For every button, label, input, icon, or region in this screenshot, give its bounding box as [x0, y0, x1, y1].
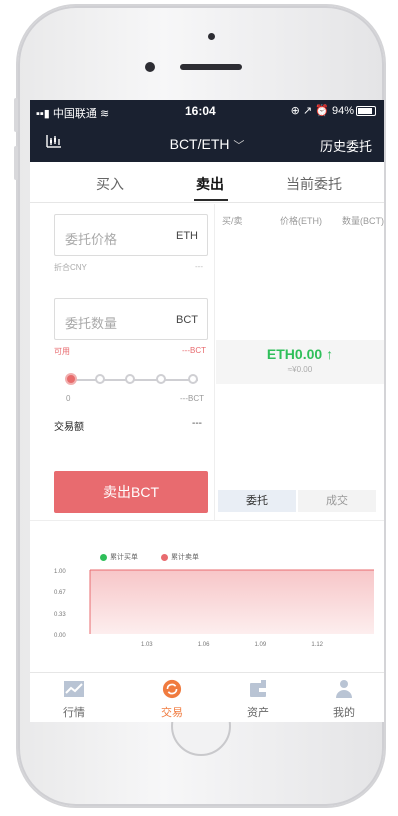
quantity-input[interactable]: 委托数量 BCT: [54, 298, 208, 340]
seg-orders[interactable]: 委托: [218, 490, 296, 512]
chart-line-icon: [64, 681, 84, 697]
legend-sell-label: 累计卖单: [171, 554, 199, 561]
orderbook-header-amount: 数量(BCT): [342, 216, 384, 226]
last-price-value: ETH0.00: [266, 346, 323, 362]
signal-icon: ▪▪▮: [36, 108, 50, 120]
legend-buy-label: 累计买单: [110, 554, 138, 561]
status-bar: ▪▪▮ 中国联通 ≋ 16:04 ⊕ ↗ ⏰ 94%: [30, 100, 384, 120]
tab-open-orders[interactable]: 当前委托: [286, 174, 342, 194]
wallet-icon: [250, 680, 266, 697]
bottom-nav: 行情 交易 资产 我的: [30, 672, 384, 722]
cny-label: 折合CNY: [54, 263, 87, 272]
legend-buy: 累计买单: [100, 552, 138, 562]
front-camera: [145, 62, 155, 72]
carrier-label: 中国联通: [52, 108, 97, 120]
nav-trade[interactable]: 交易: [142, 679, 202, 720]
tab-indicator: [194, 199, 228, 201]
available-value: ---BCT: [182, 346, 206, 355]
slider-stop-25[interactable]: [95, 374, 105, 384]
slider-stop-50[interactable]: [125, 374, 135, 384]
price-unit: ETH: [176, 230, 198, 242]
slider-handle[interactable]: [65, 373, 77, 385]
trade-tabs: 买入 卖出 当前委托: [30, 162, 384, 203]
x-tick-label: 1.03: [141, 642, 153, 648]
top-nav: ▪▪▮ 中国联通 ≋ 16:04 ⊕ ↗ ⏰ 94% BCT/ETH ﹀ 历史委…: [30, 100, 384, 162]
location-icon: ⊕ ↗ ⏰: [290, 105, 329, 117]
front-sensor: [208, 33, 215, 40]
status-time: 16:04: [185, 104, 216, 118]
price-input[interactable]: 委托价格 ETH: [54, 214, 208, 256]
wifi-icon: ≋: [99, 108, 110, 120]
last-price-cny: ≈¥0.00: [287, 365, 313, 374]
tab-sell[interactable]: 卖出: [196, 174, 224, 194]
x-tick-label: 1.09: [255, 642, 267, 648]
quantity-placeholder: 委托数量: [65, 316, 118, 331]
quantity-unit: BCT: [176, 314, 198, 326]
signal-carrier: ▪▪▮ 中国联通 ≋: [36, 105, 109, 121]
x-tick-label: 1.12: [311, 642, 323, 648]
slider-stop-100[interactable]: [188, 374, 198, 384]
pair-label: BCT/ETH: [169, 136, 230, 152]
y-tick-label: 0.67: [54, 590, 66, 596]
trade-amount-label: 交易额: [54, 422, 84, 433]
refresh-circle-icon: [162, 679, 182, 699]
battery-icon: [356, 106, 376, 117]
earpiece-speaker: [180, 64, 242, 70]
volume-down-button: [14, 146, 18, 180]
cny-value: ---: [195, 262, 203, 271]
depth-area-sell: [90, 570, 374, 634]
depth-chart: 0.00 0.33 0.67 1.00 1.03 1.06 1.09 1.12: [54, 569, 374, 648]
person-icon: [336, 680, 352, 698]
order-book: 买/卖 价格(ETH) 数量(BCT) ETH0.00 ↑ ≈¥0.00 委托 …: [216, 204, 384, 520]
app-screen: ▪▪▮ 中国联通 ≋ 16:04 ⊕ ↗ ⏰ 94% BCT/ETH ﹀ 历史委…: [30, 100, 384, 722]
nav-assets[interactable]: 资产: [228, 679, 288, 720]
slider-stop-75[interactable]: [156, 374, 166, 384]
last-price-band: ETH0.00 ↑ ≈¥0.00: [216, 340, 384, 384]
tab-buy[interactable]: 买入: [96, 174, 124, 194]
x-tick-label: 1.06: [198, 642, 210, 648]
price-placeholder: 委托价格: [65, 232, 118, 247]
nav-assets-label: 资产: [247, 707, 269, 719]
trade-amount-value: ---: [192, 418, 202, 429]
nav-market-label: 行情: [63, 707, 85, 719]
legend-buy-dot: [100, 553, 107, 561]
history-orders-link[interactable]: 历史委托: [320, 136, 372, 155]
legend-sell: 累计卖单: [161, 552, 199, 562]
legend-sell-dot: [161, 553, 168, 561]
chevron-down-icon: ﹀: [233, 140, 245, 152]
status-right: ⊕ ↗ ⏰ 94%: [291, 104, 376, 117]
orderbook-header-price: 价格(ETH): [280, 216, 322, 226]
nav-profile-label: 我的: [333, 707, 355, 719]
nav-market[interactable]: 行情: [44, 679, 104, 720]
nav-trade-label: 交易: [161, 707, 183, 719]
sell-bct-button[interactable]: 卖出BCT: [54, 471, 208, 513]
seg-trades[interactable]: 成交: [298, 490, 376, 512]
y-tick-label: 1.00: [54, 569, 66, 575]
nav-profile[interactable]: 我的: [314, 679, 374, 720]
last-price: ETH0.00 ↑: [216, 346, 384, 362]
battery-percent: 94%: [331, 105, 354, 117]
arrow-up-icon: ↑: [326, 346, 334, 362]
orderbook-header-side: 买/卖: [222, 216, 243, 226]
available-label: 可用: [54, 347, 70, 356]
y-tick-label: 0.33: [54, 612, 66, 618]
nav-row: BCT/ETH ﹀ 历史委托: [30, 126, 384, 160]
volume-up-button: [14, 98, 18, 132]
slider-min: 0: [66, 394, 71, 403]
section-divider: [30, 520, 384, 521]
y-tick-label: 0.00: [54, 633, 66, 639]
slider-max: ---BCT: [180, 394, 204, 403]
